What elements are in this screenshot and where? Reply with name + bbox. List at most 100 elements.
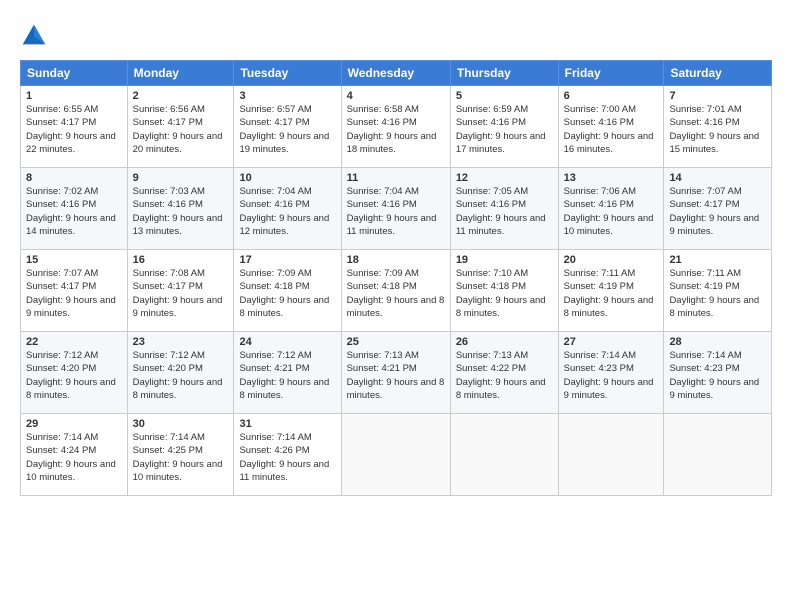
day-info: Sunrise: 6:56 AMSunset: 4:17 PMDaylight:…: [133, 103, 229, 156]
day-number: 7: [669, 90, 766, 102]
header-cell-wednesday: Wednesday: [341, 61, 450, 86]
header-cell-saturday: Saturday: [664, 61, 772, 86]
day-number: 21: [669, 254, 766, 266]
day-cell: 30Sunrise: 7:14 AMSunset: 4:25 PMDayligh…: [127, 414, 234, 496]
day-info: Sunrise: 7:09 AMSunset: 4:18 PMDaylight:…: [347, 267, 445, 320]
day-info: Sunrise: 7:14 AMSunset: 4:26 PMDaylight:…: [239, 431, 335, 484]
day-info: Sunrise: 6:55 AMSunset: 4:17 PMDaylight:…: [26, 103, 122, 156]
day-number: 2: [133, 90, 229, 102]
day-cell: 22Sunrise: 7:12 AMSunset: 4:20 PMDayligh…: [21, 332, 128, 414]
day-cell: 10Sunrise: 7:04 AMSunset: 4:16 PMDayligh…: [234, 168, 341, 250]
day-number: 30: [133, 418, 229, 430]
header-cell-friday: Friday: [558, 61, 664, 86]
day-info: Sunrise: 7:03 AMSunset: 4:16 PMDaylight:…: [133, 185, 229, 238]
day-cell: 26Sunrise: 7:13 AMSunset: 4:22 PMDayligh…: [450, 332, 558, 414]
day-cell: 13Sunrise: 7:06 AMSunset: 4:16 PMDayligh…: [558, 168, 664, 250]
day-info: Sunrise: 6:57 AMSunset: 4:17 PMDaylight:…: [239, 103, 335, 156]
day-info: Sunrise: 6:58 AMSunset: 4:16 PMDaylight:…: [347, 103, 445, 156]
day-info: Sunrise: 7:04 AMSunset: 4:16 PMDaylight:…: [239, 185, 335, 238]
day-cell: 9Sunrise: 7:03 AMSunset: 4:16 PMDaylight…: [127, 168, 234, 250]
day-cell: 15Sunrise: 7:07 AMSunset: 4:17 PMDayligh…: [21, 250, 128, 332]
day-info: Sunrise: 6:59 AMSunset: 4:16 PMDaylight:…: [456, 103, 553, 156]
week-row-2: 8Sunrise: 7:02 AMSunset: 4:16 PMDaylight…: [21, 168, 772, 250]
day-info: Sunrise: 7:13 AMSunset: 4:22 PMDaylight:…: [456, 349, 553, 402]
day-info: Sunrise: 7:11 AMSunset: 4:19 PMDaylight:…: [669, 267, 766, 320]
day-cell: 4Sunrise: 6:58 AMSunset: 4:16 PMDaylight…: [341, 86, 450, 168]
calendar-header: SundayMondayTuesdayWednesdayThursdayFrid…: [21, 61, 772, 86]
day-cell: 3Sunrise: 6:57 AMSunset: 4:17 PMDaylight…: [234, 86, 341, 168]
day-number: 28: [669, 336, 766, 348]
day-info: Sunrise: 7:09 AMSunset: 4:18 PMDaylight:…: [239, 267, 335, 320]
day-cell: [450, 414, 558, 496]
day-number: 8: [26, 172, 122, 184]
day-cell: 25Sunrise: 7:13 AMSunset: 4:21 PMDayligh…: [341, 332, 450, 414]
day-number: 15: [26, 254, 122, 266]
day-cell: 19Sunrise: 7:10 AMSunset: 4:18 PMDayligh…: [450, 250, 558, 332]
day-cell: 18Sunrise: 7:09 AMSunset: 4:18 PMDayligh…: [341, 250, 450, 332]
day-number: 10: [239, 172, 335, 184]
day-number: 31: [239, 418, 335, 430]
day-number: 27: [564, 336, 659, 348]
header-row: SundayMondayTuesdayWednesdayThursdayFrid…: [21, 61, 772, 86]
day-cell: 23Sunrise: 7:12 AMSunset: 4:20 PMDayligh…: [127, 332, 234, 414]
day-number: 9: [133, 172, 229, 184]
day-info: Sunrise: 7:01 AMSunset: 4:16 PMDaylight:…: [669, 103, 766, 156]
header-cell-monday: Monday: [127, 61, 234, 86]
day-info: Sunrise: 7:11 AMSunset: 4:19 PMDaylight:…: [564, 267, 659, 320]
day-info: Sunrise: 7:10 AMSunset: 4:18 PMDaylight:…: [456, 267, 553, 320]
day-cell: 21Sunrise: 7:11 AMSunset: 4:19 PMDayligh…: [664, 250, 772, 332]
week-row-3: 15Sunrise: 7:07 AMSunset: 4:17 PMDayligh…: [21, 250, 772, 332]
day-number: 17: [239, 254, 335, 266]
day-cell: 1Sunrise: 6:55 AMSunset: 4:17 PMDaylight…: [21, 86, 128, 168]
day-number: 19: [456, 254, 553, 266]
day-cell: 6Sunrise: 7:00 AMSunset: 4:16 PMDaylight…: [558, 86, 664, 168]
week-row-4: 22Sunrise: 7:12 AMSunset: 4:20 PMDayligh…: [21, 332, 772, 414]
calendar-body: 1Sunrise: 6:55 AMSunset: 4:17 PMDaylight…: [21, 86, 772, 496]
day-info: Sunrise: 7:08 AMSunset: 4:17 PMDaylight:…: [133, 267, 229, 320]
day-info: Sunrise: 7:12 AMSunset: 4:21 PMDaylight:…: [239, 349, 335, 402]
day-cell: 2Sunrise: 6:56 AMSunset: 4:17 PMDaylight…: [127, 86, 234, 168]
day-number: 26: [456, 336, 553, 348]
day-number: 20: [564, 254, 659, 266]
day-number: 6: [564, 90, 659, 102]
header-cell-tuesday: Tuesday: [234, 61, 341, 86]
header: [20, 18, 772, 50]
day-cell: 29Sunrise: 7:14 AMSunset: 4:24 PMDayligh…: [21, 414, 128, 496]
day-info: Sunrise: 7:00 AMSunset: 4:16 PMDaylight:…: [564, 103, 659, 156]
day-cell: 28Sunrise: 7:14 AMSunset: 4:23 PMDayligh…: [664, 332, 772, 414]
day-info: Sunrise: 7:02 AMSunset: 4:16 PMDaylight:…: [26, 185, 122, 238]
day-number: 18: [347, 254, 445, 266]
day-number: 25: [347, 336, 445, 348]
day-number: 1: [26, 90, 122, 102]
day-info: Sunrise: 7:14 AMSunset: 4:25 PMDaylight:…: [133, 431, 229, 484]
day-info: Sunrise: 7:14 AMSunset: 4:23 PMDaylight:…: [564, 349, 659, 402]
day-cell: [664, 414, 772, 496]
day-info: Sunrise: 7:06 AMSunset: 4:16 PMDaylight:…: [564, 185, 659, 238]
day-number: 12: [456, 172, 553, 184]
day-number: 23: [133, 336, 229, 348]
day-info: Sunrise: 7:07 AMSunset: 4:17 PMDaylight:…: [26, 267, 122, 320]
day-cell: 12Sunrise: 7:05 AMSunset: 4:16 PMDayligh…: [450, 168, 558, 250]
day-info: Sunrise: 7:07 AMSunset: 4:17 PMDaylight:…: [669, 185, 766, 238]
day-info: Sunrise: 7:14 AMSunset: 4:24 PMDaylight:…: [26, 431, 122, 484]
day-number: 22: [26, 336, 122, 348]
day-cell: [341, 414, 450, 496]
day-number: 29: [26, 418, 122, 430]
day-number: 16: [133, 254, 229, 266]
day-number: 4: [347, 90, 445, 102]
day-cell: 8Sunrise: 7:02 AMSunset: 4:16 PMDaylight…: [21, 168, 128, 250]
week-row-5: 29Sunrise: 7:14 AMSunset: 4:24 PMDayligh…: [21, 414, 772, 496]
day-info: Sunrise: 7:12 AMSunset: 4:20 PMDaylight:…: [133, 349, 229, 402]
day-number: 13: [564, 172, 659, 184]
day-cell: 20Sunrise: 7:11 AMSunset: 4:19 PMDayligh…: [558, 250, 664, 332]
day-cell: 16Sunrise: 7:08 AMSunset: 4:17 PMDayligh…: [127, 250, 234, 332]
logo: [20, 22, 52, 50]
day-cell: 24Sunrise: 7:12 AMSunset: 4:21 PMDayligh…: [234, 332, 341, 414]
header-cell-thursday: Thursday: [450, 61, 558, 86]
day-number: 14: [669, 172, 766, 184]
day-cell: 17Sunrise: 7:09 AMSunset: 4:18 PMDayligh…: [234, 250, 341, 332]
page: SundayMondayTuesdayWednesdayThursdayFrid…: [0, 0, 792, 612]
day-info: Sunrise: 7:12 AMSunset: 4:20 PMDaylight:…: [26, 349, 122, 402]
day-cell: 11Sunrise: 7:04 AMSunset: 4:16 PMDayligh…: [341, 168, 450, 250]
header-cell-sunday: Sunday: [21, 61, 128, 86]
